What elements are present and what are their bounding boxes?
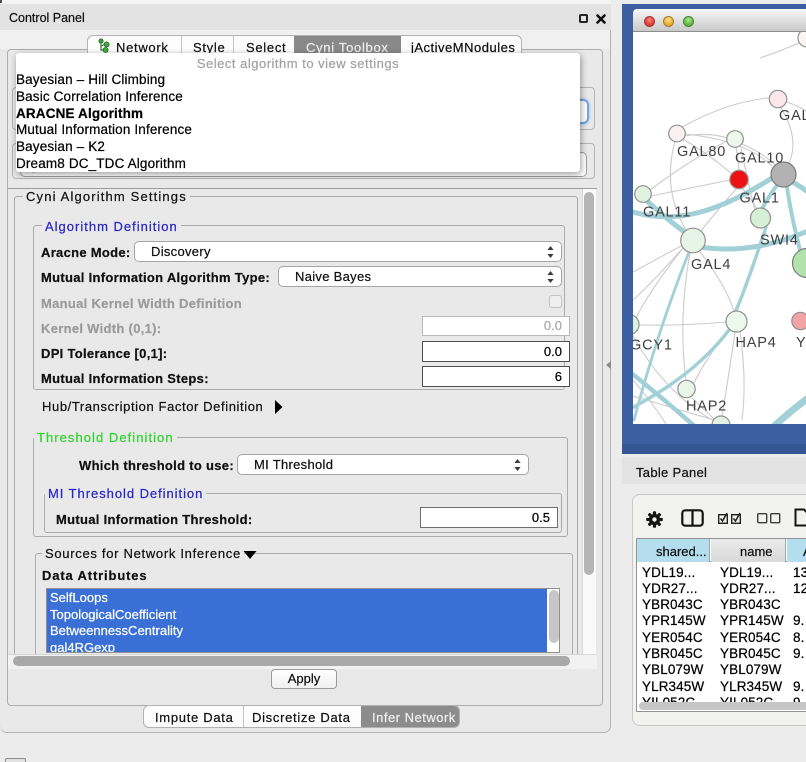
svg-text:GAL2: GAL2 [779,108,806,124]
svg-text:GAL4: GAL4 [691,257,731,273]
svg-text:GAL80: GAL80 [677,144,726,160]
svg-text:GAL10: GAL10 [735,151,784,167]
svg-text:GCY1: GCY1 [633,338,673,354]
svg-text:HAP4: HAP4 [736,335,777,351]
svg-text:GAL11: GAL11 [643,205,691,221]
svg-text:HAP2: HAP2 [686,399,727,415]
svg-text:SWI4: SWI4 [760,233,799,249]
svg-text:GAL1: GAL1 [740,191,780,207]
svg-text:YD: YD [796,335,806,351]
